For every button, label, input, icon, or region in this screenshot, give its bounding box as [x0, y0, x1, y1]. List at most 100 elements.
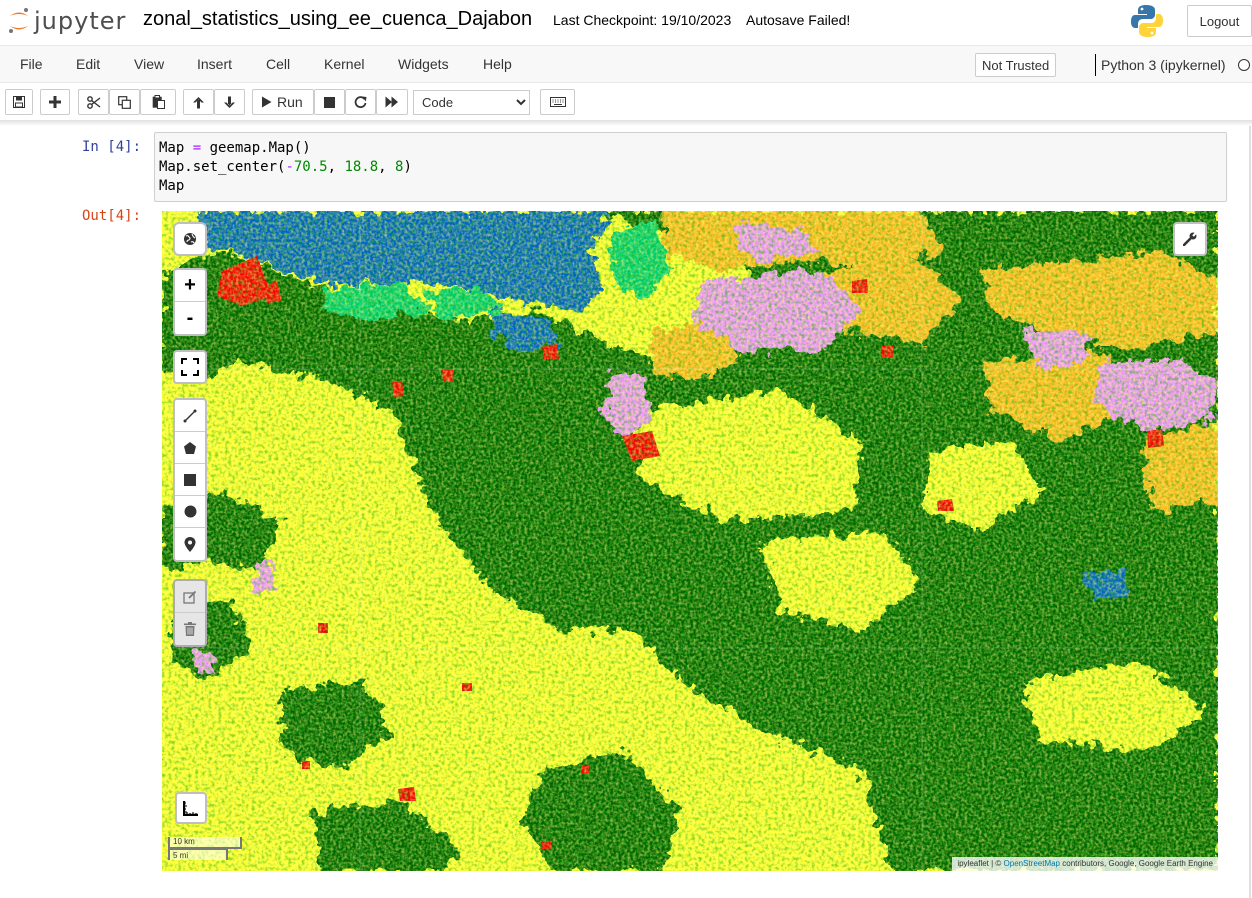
map-attribution: ipyleaflet | © OpenStreetMap contributor…	[952, 857, 1218, 871]
trees-speckle	[162, 211, 1218, 871]
autosave-status: Autosave Failed!	[746, 12, 851, 28]
menu-cell[interactable]: Cell	[266, 56, 290, 72]
cell-type-select[interactable]: Code	[413, 90, 530, 115]
trust-button[interactable]: Not Trusted	[975, 53, 1057, 77]
notebook-scrollbar[interactable]	[1249, 126, 1251, 898]
save-button[interactable]	[5, 89, 33, 115]
osm-attribution-link[interactable]: OpenStreetMap	[1004, 859, 1060, 868]
ruler-icon	[183, 801, 198, 816]
wrench-icon	[1183, 232, 1197, 246]
menu-view[interactable]: View	[134, 56, 164, 72]
draw-rectangle-button[interactable]	[175, 464, 205, 496]
python-logo-icon	[1131, 4, 1163, 43]
draw-circle-button[interactable]	[175, 496, 205, 528]
marker-icon	[184, 536, 196, 552]
edit-toolbar	[173, 579, 207, 647]
play-icon	[262, 96, 272, 108]
menubar: File Edit View Insert Cell Kernel Widget…	[0, 45, 1252, 83]
code-token: Map	[159, 140, 193, 156]
polygon-icon	[184, 441, 196, 454]
fullscreen-icon	[181, 358, 199, 376]
draw-toolbar	[173, 398, 207, 562]
zoom-in-button[interactable]: +	[175, 270, 205, 302]
jupyter-logo-icon	[9, 8, 28, 33]
code-token: Map.set_center(	[159, 159, 286, 175]
zoom-out-button[interactable]: -	[175, 302, 205, 334]
cut-button[interactable]	[78, 89, 109, 115]
scale-mi-label: 5 mi	[168, 848, 228, 860]
polyline-icon	[183, 409, 197, 422]
menu-insert[interactable]: Insert	[197, 56, 232, 72]
notebook-header: jupyter zonal_statistics_using_ee_cuenca…	[0, 0, 1252, 42]
notebook-name[interactable]: zonal_statistics_using_ee_cuenca_Dajabon	[141, 8, 534, 31]
delete-layers-button[interactable]	[175, 613, 205, 645]
restart-icon	[354, 95, 367, 108]
run-label: Run	[277, 94, 303, 110]
code-token: ,	[378, 159, 396, 175]
command-palette-button[interactable]	[540, 89, 575, 115]
edit-icon	[183, 590, 197, 604]
menu-kernel[interactable]: Kernel	[324, 56, 364, 72]
arrow-up-icon	[193, 96, 204, 108]
insert-cell-button[interactable]	[40, 89, 70, 115]
menu-help[interactable]: Help	[483, 56, 512, 72]
draw-polyline-button[interactable]	[175, 400, 205, 432]
menu-file[interactable]: File	[20, 56, 43, 72]
toolbar: Run Code	[0, 87, 1252, 119]
code-line-2: Map.set_center(-70.5, 18.8, 8)	[159, 158, 1222, 177]
attribution-prefix: ipyleaflet | ©	[957, 859, 1004, 868]
code-token: =	[192, 140, 210, 156]
paste-button[interactable]	[140, 89, 176, 115]
plus-icon	[49, 96, 61, 108]
menu-edit[interactable]: Edit	[76, 56, 100, 72]
code-token: 18.8	[344, 159, 379, 175]
land-cover-layer[interactable]	[162, 211, 1218, 871]
move-up-button[interactable]	[183, 89, 214, 115]
restart-run-all-button[interactable]	[376, 89, 408, 115]
fullscreen-button[interactable]	[173, 350, 207, 384]
map-widget[interactable]: + - 10 km 5 mi ipyleaflet | © OpenStreet…	[162, 211, 1218, 871]
jupyter-logo[interactable]: jupyter	[8, 6, 126, 36]
code-line-1: Map = geemap.Map()	[159, 139, 1222, 158]
code-token: )	[403, 159, 412, 175]
input-prompt: In [4]:	[82, 139, 142, 155]
code-line-3: Map	[159, 177, 1222, 196]
save-icon	[13, 96, 25, 108]
code-token: geemap.Map()	[209, 140, 311, 156]
attribution-suffix: contributors, Google, Google Earth Engin…	[1060, 859, 1213, 868]
trash-icon	[184, 622, 196, 636]
draw-polygon-button[interactable]	[175, 432, 205, 464]
circle-icon	[184, 505, 196, 518]
code-cell-editor[interactable]: Map = geemap.Map() Map.set_center(-70.5,…	[154, 132, 1227, 202]
code-token: Map	[159, 178, 185, 194]
fast-forward-icon	[385, 96, 398, 108]
globe-icon	[184, 233, 196, 245]
kernel-name[interactable]: Python 3 (ipykernel)	[1101, 57, 1226, 73]
cut-icon	[86, 95, 100, 109]
arrow-down-icon	[224, 96, 235, 108]
basemap-button[interactable]	[173, 222, 207, 256]
run-button[interactable]: Run	[252, 89, 314, 115]
copy-button[interactable]	[109, 89, 140, 115]
zoom-control: + -	[173, 268, 207, 336]
copy-icon	[118, 95, 131, 109]
logout-button[interactable]: Logout	[1187, 5, 1252, 37]
menu-widgets[interactable]: Widgets	[398, 56, 449, 72]
keyboard-icon	[549, 97, 566, 107]
logo-text: jupyter	[34, 7, 127, 35]
code-token: 70.5	[293, 159, 328, 175]
move-down-button[interactable]	[214, 89, 245, 115]
toolbar-button[interactable]	[1173, 222, 1207, 256]
measure-button[interactable]	[175, 792, 207, 824]
interrupt-button[interactable]	[314, 89, 345, 115]
stop-icon	[324, 96, 335, 108]
output-prompt: Out[4]:	[82, 208, 142, 224]
code-token: ,	[327, 159, 345, 175]
restart-button[interactable]	[345, 89, 376, 115]
kernel-separator	[1095, 54, 1096, 76]
paste-icon	[152, 95, 165, 109]
scale-bar: 10 km 5 mi	[168, 837, 242, 860]
draw-marker-button[interactable]	[175, 528, 205, 560]
kernel-idle-indicator-icon	[1238, 59, 1250, 71]
edit-layers-button[interactable]	[175, 581, 205, 613]
